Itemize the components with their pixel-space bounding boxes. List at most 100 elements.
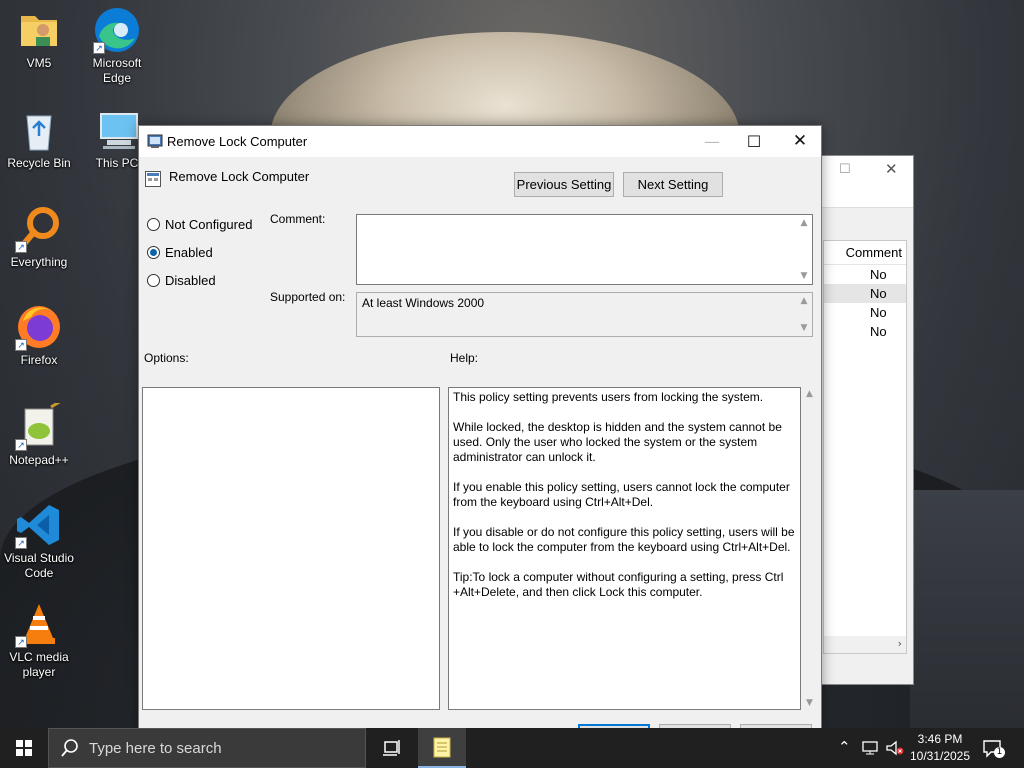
dialog-title: Remove Lock Computer [167, 134, 308, 149]
radio-disabled[interactable]: Disabled [147, 273, 216, 288]
task-view-icon [383, 740, 400, 756]
network-icon[interactable] [861, 740, 881, 756]
dialog-titlebar[interactable]: Remove Lock Computer — ☐ ✕ [139, 126, 821, 157]
start-button[interactable] [0, 728, 48, 768]
taskbar-clock[interactable]: 3:46 PM 10/31/2025 [906, 731, 974, 765]
radio-circle-selected[interactable] [147, 246, 160, 259]
scroll-right-icon[interactable]: › [898, 637, 902, 650]
user-folder-icon [15, 6, 63, 54]
help-label: Help: [450, 351, 479, 365]
windows-logo-icon [16, 740, 32, 756]
radio-label: Enabled [165, 245, 213, 260]
help-panel[interactable]: This policy setting prevents users from … [448, 387, 801, 710]
comment-field[interactable]: ▲ ▼ [356, 214, 813, 285]
desktop-icon-recycle-bin[interactable]: Recycle Bin [1, 106, 77, 171]
notepad-icon [433, 737, 451, 758]
supported-on-label: Supported on: [270, 290, 346, 304]
list-item[interactable]: No [824, 284, 906, 303]
scroll-down-icon[interactable]: ▼ [796, 320, 812, 336]
wallpaper-shadow [910, 490, 1024, 728]
desktop-icon-label: Notepad++ [9, 453, 69, 467]
shortcut-arrow-icon: ↗ [93, 42, 105, 54]
volume-muted-icon[interactable] [885, 740, 905, 756]
desktop-icon-label: Firefox [20, 353, 58, 367]
radio-not-configured[interactable]: Not Configured [147, 217, 252, 232]
vscode-icon: ↗ [15, 501, 63, 549]
options-label: Options: [144, 351, 189, 365]
help-scrollbar[interactable]: ▲ ▼ [801, 387, 818, 710]
background-window-titlebar[interactable]: ☐ ✕ [813, 156, 913, 208]
help-paragraph: This policy setting prevents users from … [453, 390, 764, 404]
radio-enabled[interactable]: Enabled [147, 245, 213, 260]
shortcut-arrow-icon: ↗ [15, 241, 27, 253]
desktop-icon-label: VLC media player [9, 650, 69, 679]
clock-time: 3:46 PM [917, 732, 963, 746]
desktop-icon-edge[interactable]: ↗ Microsoft Edge [79, 6, 155, 86]
maximize-button[interactable]: ☐ [731, 126, 777, 157]
column-header-comment[interactable]: Comment [824, 241, 906, 265]
policy-name: Remove Lock Computer [169, 169, 310, 184]
background-window[interactable]: ☐ ✕ Comment No No No No › [812, 155, 914, 685]
shortcut-arrow-icon: ↗ [15, 339, 27, 351]
list-item[interactable]: No [824, 322, 906, 341]
radio-label: Not Configured [165, 217, 253, 232]
desktop-icon-label: Recycle Bin [7, 156, 71, 170]
scroll-up-icon[interactable]: ▲ [796, 215, 812, 231]
policy-setting-dialog[interactable]: Remove Lock Computer — ☐ ✕ Remove Lock C… [138, 125, 822, 734]
search-placeholder: Type here to search [89, 739, 222, 757]
help-paragraph: While locked, the desktop is hidden and … [453, 420, 782, 464]
comment-scrollbar[interactable]: ▲ ▼ [796, 215, 812, 284]
options-panel[interactable] [142, 387, 440, 710]
radio-circle[interactable] [147, 218, 160, 231]
close-button[interactable]: ✕ [777, 126, 823, 157]
desktop-icon-label: Microsoft Edge [92, 56, 142, 85]
supported-scrollbar[interactable]: ▲ ▼ [796, 293, 812, 336]
help-paragraph: If you disable or do not configure this … [453, 525, 795, 554]
policy-app-icon [147, 134, 163, 148]
desktop-icon-vlc[interactable]: ↗ VLC media player [1, 600, 77, 680]
desktop-icon-everything[interactable]: ↗ Everything [1, 205, 77, 270]
scroll-down-icon[interactable]: ▼ [796, 268, 812, 284]
supported-on-field: At least Windows 2000 ▲ ▼ [356, 292, 813, 337]
list-item[interactable]: No [824, 303, 906, 322]
policy-setting-icon [145, 171, 161, 187]
desktop-icon-firefox[interactable]: ↗ Firefox [1, 303, 77, 368]
taskbar[interactable]: Type here to search ⌃ 3:46 PM 10/31/2025… [0, 728, 1024, 768]
next-setting-button[interactable]: Next Setting [623, 172, 723, 197]
previous-setting-button[interactable]: Previous Setting [514, 172, 614, 197]
edge-icon: ↗ [93, 6, 141, 54]
comment-label: Comment: [270, 212, 326, 226]
task-view-button[interactable] [368, 728, 416, 768]
radio-circle[interactable] [147, 274, 160, 287]
vlc-icon: ↗ [15, 600, 63, 648]
policy-list[interactable]: Comment No No No No › [823, 240, 907, 654]
recycle-bin-icon [15, 106, 63, 154]
chevron-up-icon[interactable]: ⌃ [838, 738, 851, 756]
desktop-icon-vm5[interactable]: VM5 [1, 6, 77, 71]
desktop-icon-label: Everything [10, 255, 68, 269]
shortcut-arrow-icon: ↗ [15, 439, 27, 451]
desktop-icon-notepadpp[interactable]: ↗ Notepad++ [1, 399, 77, 468]
computer-icon [93, 106, 141, 154]
maximize-icon[interactable]: ☐ [839, 162, 851, 177]
desktop-icon-vscode[interactable]: ↗ Visual Studio Code [1, 501, 77, 581]
notepadpp-icon: ↗ [15, 399, 63, 451]
taskbar-search-box[interactable]: Type here to search [48, 728, 366, 768]
minimize-button[interactable]: — [689, 126, 735, 157]
desktop-icon-label: VM5 [26, 56, 52, 70]
clock-date: 10/31/2025 [909, 749, 971, 763]
help-text: This policy setting prevents users from … [453, 390, 796, 615]
taskbar-app-notepad[interactable] [418, 728, 466, 768]
horizontal-scrollbar[interactable]: › [824, 636, 906, 653]
scroll-down-icon[interactable]: ▼ [801, 698, 818, 708]
scroll-up-icon[interactable]: ▲ [796, 293, 812, 309]
scroll-up-icon[interactable]: ▲ [801, 389, 818, 399]
supported-on-value: At least Windows 2000 [362, 296, 485, 310]
desktop-icon-label: Visual Studio Code [4, 551, 74, 580]
notification-center-button[interactable]: 1 [982, 738, 1005, 758]
help-paragraph: Tip:To lock a computer without configuri… [453, 570, 784, 599]
list-item[interactable]: No [824, 265, 906, 284]
shortcut-arrow-icon: ↗ [15, 537, 27, 549]
close-icon[interactable]: ✕ [885, 160, 898, 178]
notification-badge: 1 [994, 747, 1005, 758]
